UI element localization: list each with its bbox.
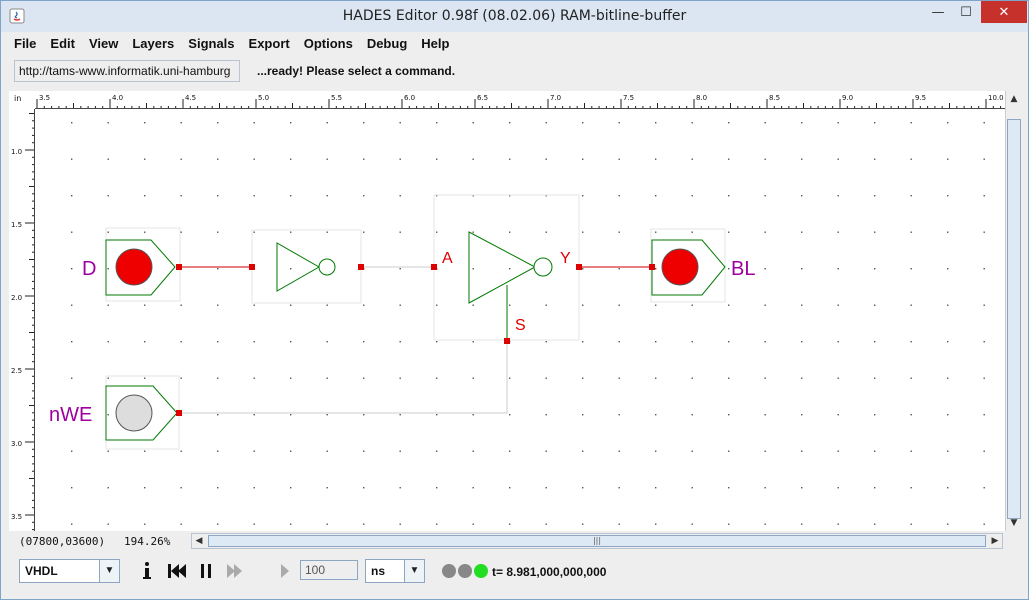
- connector-pins: [176, 264, 655, 416]
- ruler-tick-label: 7.0: [550, 94, 561, 102]
- pin-label-y: Y: [560, 250, 571, 267]
- chevron-down-icon[interactable]: ▼: [404, 560, 424, 582]
- cursor-coords: (07800,03600): [19, 535, 106, 548]
- menu-layers[interactable]: Layers: [125, 36, 181, 51]
- menu-help[interactable]: Help: [414, 36, 456, 51]
- pause-button[interactable]: [195, 560, 217, 582]
- time-unit-select[interactable]: ns ▼: [365, 559, 425, 583]
- scroll-right-arrow[interactable]: ▶: [988, 534, 1002, 548]
- ruler-tick-label: 2.5: [11, 367, 22, 375]
- menu-file[interactable]: File: [7, 36, 43, 51]
- horizontal-scrollbar[interactable]: ◀ ||| ▶: [191, 533, 1003, 549]
- menu-options[interactable]: Options: [297, 36, 360, 51]
- rewind-button[interactable]: [166, 560, 188, 582]
- wire-nwe-s[interactable]: [179, 341, 508, 414]
- menu-view[interactable]: View: [82, 36, 125, 51]
- ruler-tick-label: 6.5: [477, 94, 488, 102]
- zoom-level: 194.26%: [124, 535, 171, 548]
- play-icon: [281, 564, 289, 578]
- ruler-tick-label: 6.0: [404, 94, 415, 102]
- ruler-tick-label: 3.0: [11, 440, 22, 448]
- minimize-button[interactable]: —: [925, 1, 951, 23]
- vertical-scroll-thumb[interactable]: [1007, 119, 1021, 519]
- ruler-tick-label: 1.0: [11, 148, 22, 156]
- menu-bar: File Edit View Layers Signals Export Opt…: [1, 32, 1028, 54]
- ruler-unit: in: [9, 91, 35, 109]
- info-row: http://tams-www.informatik.uni-hamburg .…: [1, 57, 1028, 85]
- info-button[interactable]: [136, 560, 158, 582]
- ruler-tick-label: 9.0: [842, 94, 853, 102]
- scroll-up-arrow[interactable]: ▲: [1006, 91, 1022, 107]
- fast-forward-button[interactable]: [224, 560, 246, 582]
- vertical-ruler: 1.0 1.5 2.0 2.5 3.0 3.5: [9, 109, 35, 531]
- status-message: ...ready! Please select a command.: [257, 64, 456, 78]
- input-nwe-switch[interactable]: [105, 385, 178, 441]
- maximize-button[interactable]: ☐: [953, 1, 979, 23]
- schematic-canvas[interactable]: D A Y S BL nWE: [35, 109, 1005, 531]
- status-led: [458, 564, 472, 578]
- window-title: HADES Editor 0.98f (08.02.06) RAM-bitlin…: [342, 8, 687, 24]
- url-field[interactable]: http://tams-www.informatik.uni-hamburg: [14, 60, 240, 82]
- chevron-down-icon[interactable]: ▼: [99, 560, 119, 582]
- step-button[interactable]: [274, 560, 296, 582]
- grid-dots: [71, 122, 985, 525]
- label-d: D: [82, 258, 96, 280]
- ruler-tick-label: 7.5: [623, 94, 634, 102]
- ruler-tick-label: 4.0: [112, 94, 123, 102]
- time-unit-value: ns: [371, 564, 386, 578]
- inverter-gate[interactable]: [276, 242, 336, 292]
- fast-forward-icon: [227, 564, 242, 578]
- scroll-down-arrow[interactable]: ▼: [1006, 515, 1022, 531]
- component-bounds: [105, 194, 726, 450]
- app-window: HADES Editor 0.98f (08.02.06) RAM-bitlin…: [0, 0, 1029, 600]
- status-led: [442, 564, 456, 578]
- ruler-tick-label: 5.5: [331, 94, 342, 102]
- ruler-tick-label: 8.0: [696, 94, 707, 102]
- status-bar: (07800,03600) 194.26% ◀ ||| ▶: [1, 531, 1028, 551]
- pin-label-a: A: [442, 250, 453, 267]
- menu-signals[interactable]: Signals: [181, 36, 241, 51]
- pin-label-s: S: [515, 317, 526, 334]
- status-led: [474, 564, 488, 578]
- input-d-switch[interactable]: [105, 239, 176, 296]
- language-value: VHDL: [25, 564, 58, 578]
- time-step-input[interactable]: 100: [300, 560, 358, 580]
- ruler-tick-label: 9.5: [915, 94, 926, 102]
- ruler-tick-label: 3.5: [39, 94, 50, 102]
- ruler-tick-label: 8.5: [769, 94, 780, 102]
- ruler-tick-label: 4.5: [185, 94, 196, 102]
- menu-debug[interactable]: Debug: [360, 36, 414, 51]
- label-nwe: nWE: [49, 404, 92, 426]
- menu-export[interactable]: Export: [242, 36, 297, 51]
- simulation-time: t= 8.981,000,000,000: [492, 565, 607, 579]
- ruler-tick-label: 10.0: [988, 94, 1004, 102]
- pause-icon: [201, 564, 211, 578]
- horizontal-ruler: 3.5 4.0 4.5 5.0 5.5 6.0 6.5 7.0 7.5 8.0 8.5 9.0 9.5 1…: [35, 91, 1005, 109]
- language-select[interactable]: VHDL ▼: [19, 559, 120, 583]
- simulation-status-leds: [442, 564, 488, 578]
- title-bar: HADES Editor 0.98f (08.02.06) RAM-bitlin…: [1, 1, 1028, 32]
- scroll-left-arrow[interactable]: ◀: [192, 534, 206, 548]
- ruler-tick-label: 1.5: [11, 221, 22, 229]
- rewind-icon: [168, 564, 186, 578]
- horizontal-scroll-thumb[interactable]: |||: [208, 535, 986, 547]
- close-button[interactable]: ✕: [981, 1, 1027, 23]
- ruler-tick-label: 2.0: [11, 294, 22, 302]
- tristate-buffer[interactable]: [468, 231, 553, 340]
- label-bl: BL: [731, 258, 755, 280]
- simulation-controls: VHDL ▼ 100 ns ▼ t= 8.981,000,000,000: [1, 554, 1028, 590]
- info-icon: [143, 562, 151, 579]
- ruler-tick-label: 3.5: [11, 513, 22, 521]
- output-bl-led[interactable]: [651, 239, 726, 296]
- ruler-tick-label: 5.0: [258, 94, 269, 102]
- vertical-scrollbar[interactable]: ▲ ▼: [1005, 91, 1022, 531]
- menu-edit[interactable]: Edit: [43, 36, 82, 51]
